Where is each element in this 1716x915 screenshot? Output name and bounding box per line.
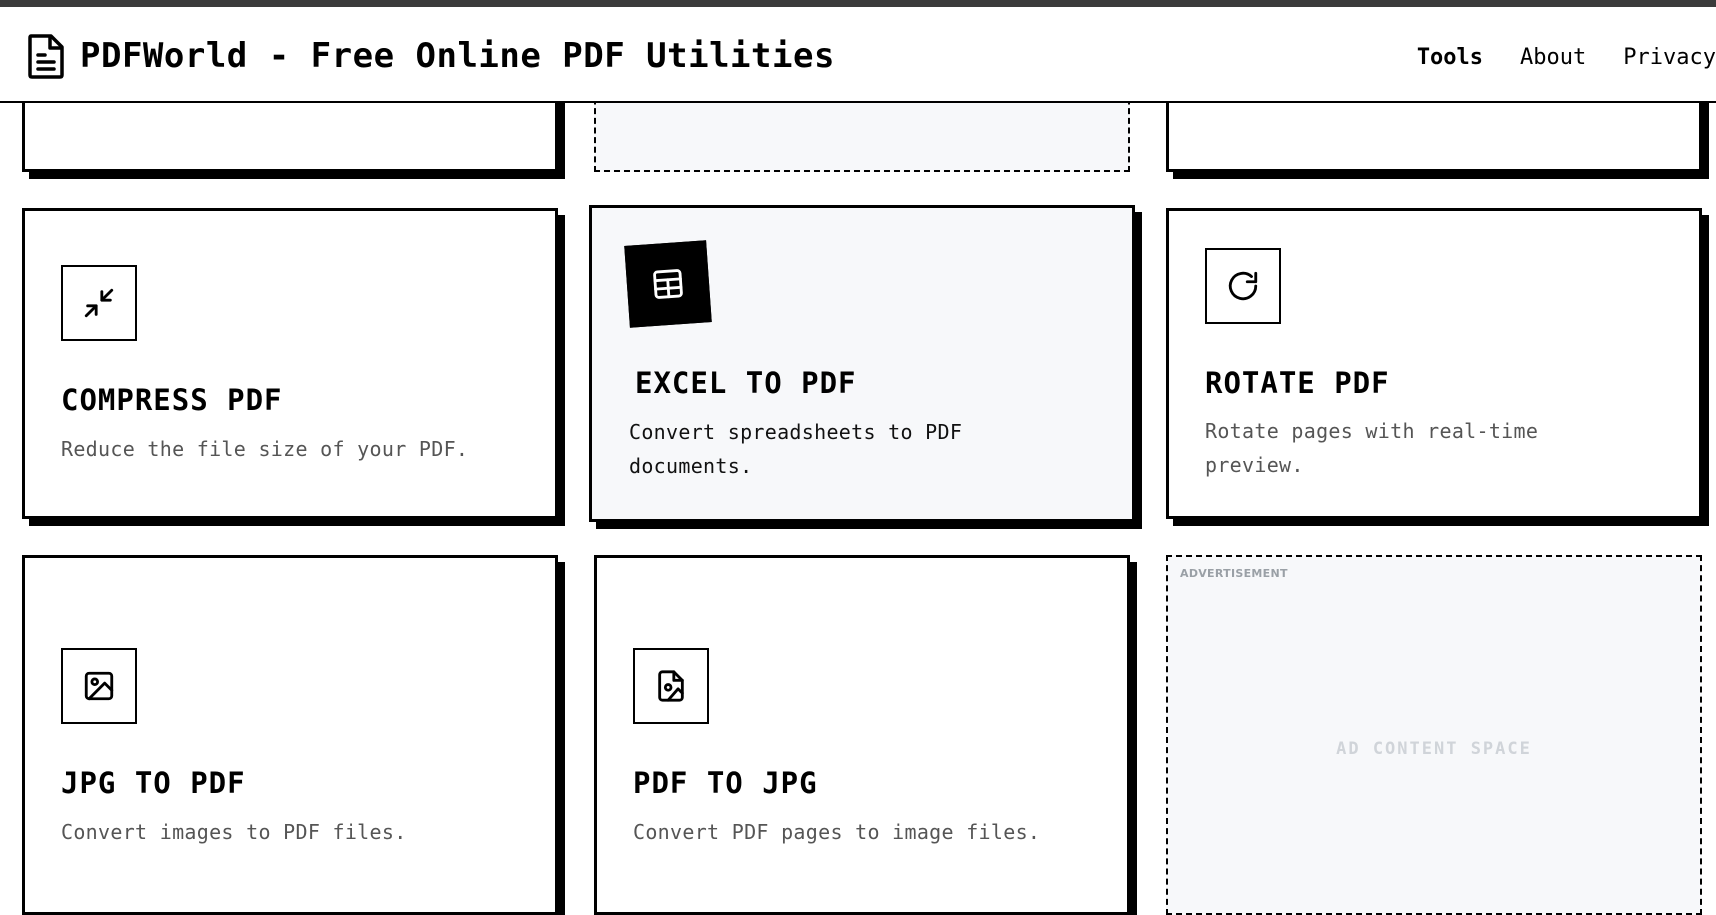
document-icon (28, 34, 64, 79)
tool-title: PDF TO JPG (633, 766, 818, 800)
tool-title: ROTATE PDF (1205, 366, 1390, 400)
tool-title: JPG TO PDF (61, 766, 246, 800)
ad-slot: ADVERTISEMENT AD CONTENT SPACE (1166, 555, 1702, 915)
nav-link-tools[interactable]: Tools (1417, 45, 1483, 70)
nav-link-about[interactable]: About (1520, 45, 1586, 70)
browser-top-strip (0, 0, 1716, 7)
spreadsheet-icon-box (624, 240, 712, 328)
ad-label: ADVERTISEMENT (1180, 567, 1288, 580)
tool-title: EXCEL TO PDF (635, 366, 857, 400)
brand[interactable]: PDFWorld - Free Online PDF Utilities (26, 33, 835, 79)
tool-description: Convert images to PDF files. (61, 820, 407, 844)
tool-card-pdf-to-jpg[interactable]: PDF TO JPG Convert PDF pages to image fi… (594, 555, 1130, 915)
tool-card-rotate-pdf[interactable]: ROTATE PDF Rotate pages with real-time p… (1166, 208, 1702, 519)
tool-description: Reduce the file size of your PDF. (61, 437, 469, 461)
rotate-icon-box (1205, 248, 1281, 324)
nav-link-privacy[interactable]: Privacy (1623, 45, 1716, 70)
site-title: PDFWorld - Free Online PDF Utilities (80, 36, 835, 76)
image-icon (84, 671, 114, 701)
tool-description: Convert PDF pages to image files. (633, 820, 1041, 844)
main-nav: Tools About Privacy (1380, 45, 1716, 70)
compress-icon (84, 288, 114, 318)
spreadsheet-icon (653, 269, 683, 299)
tool-description: Rotate pages with real-time preview. (1205, 419, 1539, 477)
ad-content-placeholder: AD CONTENT SPACE (1336, 739, 1532, 759)
tool-title: COMPRESS PDF (61, 383, 283, 417)
image-icon-box (61, 648, 137, 724)
compress-icon-box (61, 265, 137, 341)
tool-card-excel-to-pdf[interactable]: EXCEL TO PDF Convert spreadsheets to PDF… (589, 205, 1135, 522)
image-file-icon-box (633, 648, 709, 724)
tool-description: Convert spreadsheets to PDF documents. (629, 420, 963, 478)
tool-card-jpg-to-pdf[interactable]: JPG TO PDF Convert images to PDF files. (22, 555, 558, 915)
site-header: PDFWorld - Free Online PDF Utilities Too… (0, 7, 1716, 103)
image-file-icon (658, 670, 684, 702)
tool-card-compress-pdf[interactable]: COMPRESS PDF Reduce the file size of you… (22, 208, 558, 519)
rotate-icon (1228, 271, 1258, 301)
